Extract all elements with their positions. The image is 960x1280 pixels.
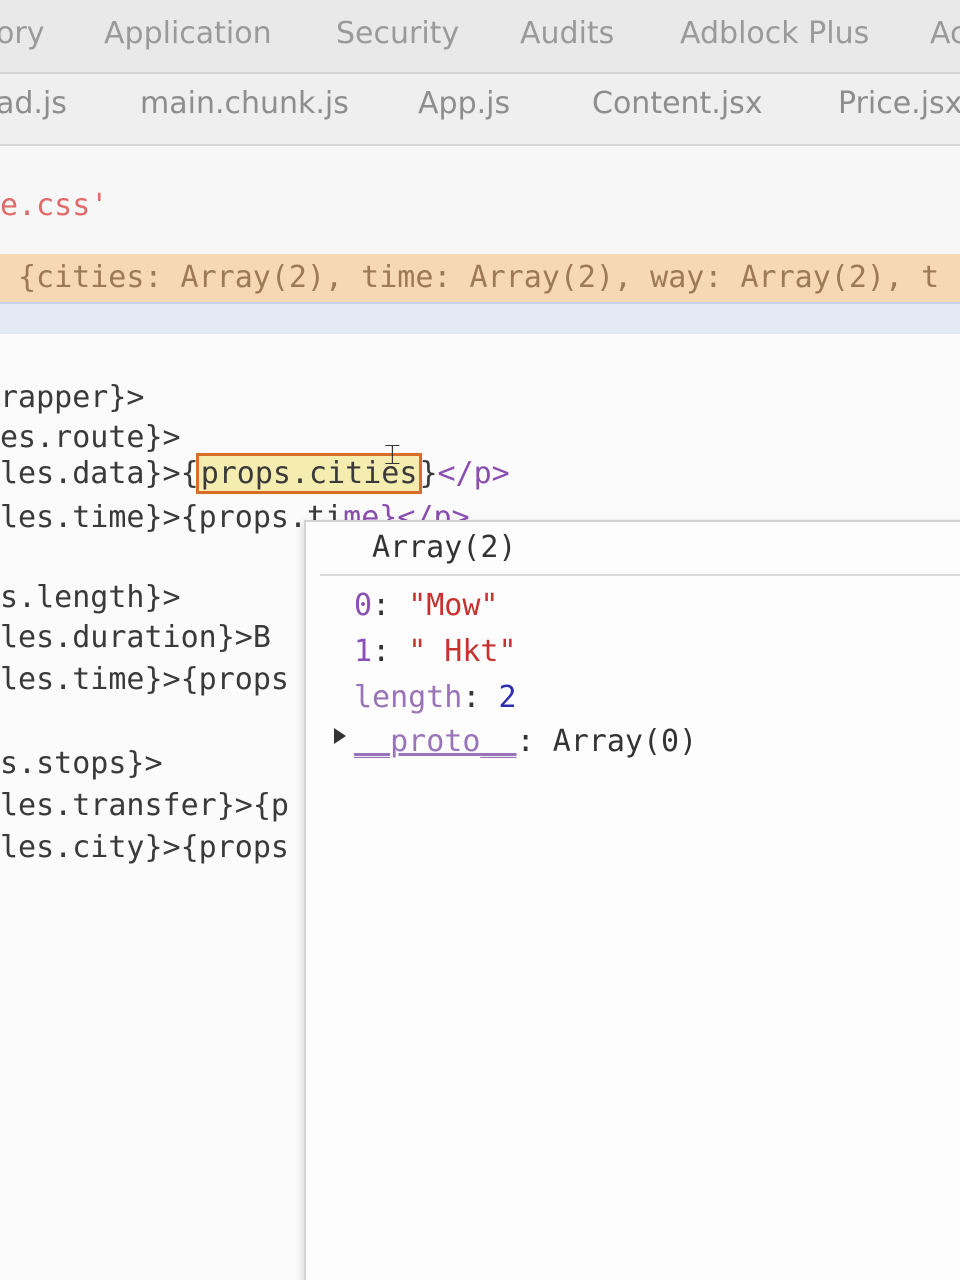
paused-inline-value: {cities: Array(2), time: Array(2), way: … bbox=[18, 260, 940, 295]
tab-overflow[interactable]: Ac bbox=[930, 16, 960, 51]
property-value: 2 bbox=[498, 680, 517, 715]
code-text: rapper}> bbox=[0, 380, 145, 415]
code-text: les.time}>{props.ti bbox=[0, 500, 344, 535]
text-cursor-icon: ⌶ bbox=[384, 438, 401, 471]
devtools-screen: ory Application Security Audits Adblock … bbox=[0, 0, 960, 1280]
popover-divider bbox=[320, 574, 960, 576]
code-editor-top bbox=[0, 146, 960, 256]
code-divider-bar bbox=[0, 302, 960, 336]
code-text: les.transfer}>{p bbox=[0, 788, 289, 823]
code-line: s.stops}> bbox=[0, 746, 163, 781]
devtools-panel-tabs: ory Application Security Audits Adblock … bbox=[0, 0, 960, 74]
code-text: les.data}>{ bbox=[0, 456, 199, 491]
code-line-css-import: e.css' bbox=[0, 188, 109, 223]
code-text: es.route}> bbox=[0, 420, 181, 455]
property-value: " Hkt" bbox=[408, 634, 517, 669]
length-property-row[interactable]: length: 2 bbox=[354, 680, 517, 715]
property-value: Array(0) bbox=[552, 724, 698, 759]
expand-triangle-icon[interactable] bbox=[334, 728, 346, 744]
code-line: s.length}> bbox=[0, 580, 181, 615]
code-text: les.time}>{props bbox=[0, 662, 289, 697]
tab-security[interactable]: Security bbox=[336, 16, 459, 51]
file-tab-ad-js[interactable]: ad.js bbox=[0, 86, 67, 121]
code-line: les.city}>{props bbox=[0, 830, 289, 865]
code-line-highlighted: les.data}>{props.cities}</p> bbox=[0, 453, 510, 494]
tab-application[interactable]: Application bbox=[104, 16, 272, 51]
code-line: es.route}> bbox=[0, 420, 181, 455]
code-line: rapper}> bbox=[0, 380, 145, 415]
code-text: s.length}> bbox=[0, 580, 181, 615]
property-colon: : bbox=[516, 724, 553, 759]
file-tab-app-js[interactable]: App.js bbox=[418, 86, 510, 121]
object-preview-popover: Array(2) 0: "Mow" 1: " Hkt" length: 2 __… bbox=[304, 520, 960, 1280]
array-item-row[interactable]: 1: " Hkt" bbox=[354, 634, 517, 669]
code-text: les.city}>{props bbox=[0, 830, 289, 865]
code-tag: </p> bbox=[437, 456, 510, 491]
property-value: "Mow" bbox=[408, 588, 499, 623]
tab-history[interactable]: ory bbox=[0, 16, 44, 51]
code-text: les.duration}>B bbox=[0, 620, 271, 655]
property-key: 0 bbox=[354, 588, 373, 623]
proto-property-row[interactable]: __proto__: Array(0) bbox=[354, 724, 697, 759]
property-key: __proto__ bbox=[354, 724, 517, 759]
paused-execution-line: {cities: Array(2), time: Array(2), way: … bbox=[0, 254, 960, 302]
property-colon: : bbox=[372, 634, 409, 669]
code-line: les.transfer}>{p bbox=[0, 788, 289, 823]
tab-audits[interactable]: Audits bbox=[520, 16, 614, 51]
code-text: } bbox=[419, 456, 438, 491]
file-tab-content-jsx[interactable]: Content.jsx bbox=[592, 86, 763, 121]
code-text: s.stops}> bbox=[0, 746, 163, 781]
property-colon: : bbox=[372, 588, 409, 623]
code-line: les.duration}>B bbox=[0, 620, 271, 655]
tab-adblock-plus[interactable]: Adblock Plus bbox=[680, 16, 869, 51]
file-tab-price-jsx[interactable]: Price.jsx bbox=[838, 86, 960, 121]
property-key: length bbox=[354, 680, 463, 715]
source-file-tabs: ad.js main.chunk.js App.js Content.jsx P… bbox=[0, 74, 960, 146]
array-item-row[interactable]: 0: "Mow" bbox=[354, 588, 499, 623]
code-line: les.time}>{props bbox=[0, 662, 289, 697]
popover-title: Array(2) bbox=[372, 530, 517, 565]
property-colon: : bbox=[462, 680, 499, 715]
property-key: 1 bbox=[354, 634, 373, 669]
file-tab-main-chunk-js[interactable]: main.chunk.js bbox=[140, 86, 349, 121]
